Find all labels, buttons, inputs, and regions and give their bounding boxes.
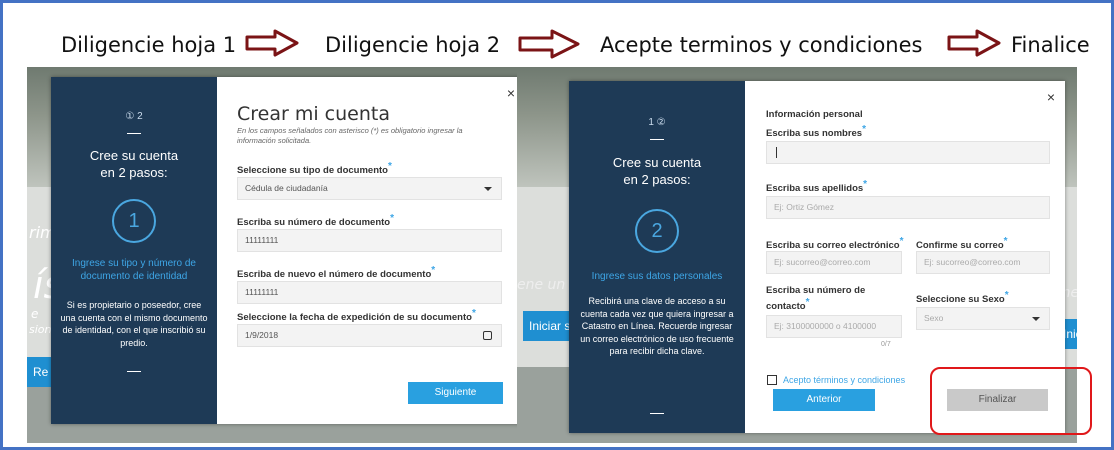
sidebar-hint: Ingrese sus datos personales xyxy=(591,271,723,282)
modal-title: Crear mi cuenta xyxy=(237,103,390,125)
step-pager: ① 2 xyxy=(125,111,143,122)
step-pager: 1 ② xyxy=(648,117,666,128)
email-label: Escriba su correo electrónico* xyxy=(766,236,904,252)
surnames-input[interactable]: Ej: Ortiz Gómez xyxy=(766,196,1050,219)
doc-repeat-label: Escriba de nuevo el número de documento* xyxy=(237,265,436,281)
screenshot-frame: Diligencie hoja 1 Diligencie hoja 2 Acep… xyxy=(0,0,1114,450)
doc-number-label: Escriba su número de documento* xyxy=(237,213,394,229)
phone-input[interactable]: Ej: 3100000000 o 4100000 xyxy=(766,315,902,338)
sidebar-description: Si es propietario o poseedor, cree una c… xyxy=(60,300,208,348)
email-confirm-input[interactable]: Ej: sucorreo@correo.com xyxy=(916,251,1050,274)
step-number-badge: 1 xyxy=(112,199,156,243)
issue-date-input[interactable]: 1/9/2018 xyxy=(237,324,502,347)
step-number-badge: 2 xyxy=(635,209,679,253)
step-3-label: Acepte terminos y condiciones xyxy=(600,33,923,57)
divider xyxy=(127,133,141,134)
email-input[interactable]: Ej: sucorreo@correo.com xyxy=(766,251,902,274)
terms-checkbox[interactable] xyxy=(767,375,777,385)
finish-highlight-box xyxy=(930,367,1092,435)
steps-bar: Diligencie hoja 1 Diligencie hoja 2 Acep… xyxy=(3,3,1111,65)
chevron-down-icon xyxy=(1032,317,1040,321)
sidebar-heading: Cree su cuenta en 2 pasos: xyxy=(612,155,702,187)
text-cursor xyxy=(776,147,777,158)
next-button[interactable]: Siguiente xyxy=(408,382,503,404)
doc-repeat-input[interactable]: 11111111 xyxy=(237,281,502,304)
doc-number-input[interactable]: 11111111 xyxy=(237,229,502,252)
section-title: Información personal xyxy=(766,109,863,120)
sex-select[interactable]: Sexo xyxy=(916,307,1050,330)
divider xyxy=(127,371,141,372)
modal-form: × Crear mi cuenta En los campos señalado… xyxy=(217,77,525,424)
email-confirm-label: Confirme su correo* xyxy=(916,236,1008,252)
modal-sidebar: 1 ② Cree su cuenta en 2 pasos: 2 Ingrese… xyxy=(569,81,745,433)
divider xyxy=(650,139,664,140)
modal-subtitle: En los campos señalados con asterisco (*… xyxy=(237,126,463,145)
issue-date-label: Seleccione la fecha de expedición de su … xyxy=(237,308,476,324)
phone-label: Escriba su número de contacto* xyxy=(766,285,866,313)
back-button[interactable]: Anterior xyxy=(773,389,875,411)
doc-type-value: Cédula de ciudadanía xyxy=(245,183,328,193)
chevron-down-icon xyxy=(484,187,492,191)
sidebar-heading: Cree su cuenta en 2 pasos: xyxy=(89,148,179,180)
close-icon[interactable]: × xyxy=(507,85,515,101)
background-text: sion xyxy=(29,323,52,336)
surnames-label: Escriba sus apellidos* xyxy=(766,179,868,195)
sex-value: Sexo xyxy=(924,313,944,323)
arrow-right-icon xyxy=(245,29,299,57)
close-icon[interactable]: × xyxy=(1047,89,1055,105)
modal-sidebar: ① 2 Cree su cuenta en 2 pasos: 1 Ingrese… xyxy=(51,77,217,424)
phone-char-counter: 0/7 xyxy=(881,341,891,348)
step-2-label: Diligencie hoja 2 xyxy=(325,33,501,57)
divider xyxy=(650,413,664,414)
names-label: Escriba sus nombres* xyxy=(766,124,867,140)
terms-link[interactable]: Acepto términos y condiciones xyxy=(783,375,905,385)
step-4-label: Finalice xyxy=(1011,33,1090,57)
doc-type-label: Seleccione su tipo de documento* xyxy=(237,161,392,177)
step-1-label: Diligencie hoja 1 xyxy=(61,33,237,57)
create-account-modal-step-1: ① 2 Cree su cuenta en 2 pasos: 1 Ingrese… xyxy=(51,77,525,424)
names-input[interactable] xyxy=(766,141,1050,164)
background-text: e xyxy=(31,307,39,321)
sex-label: Seleccione su Sexo* xyxy=(916,290,1009,306)
sidebar-hint: Ingrese su tipo y número de documento de… xyxy=(72,258,196,282)
issue-date-value: 1/9/2018 xyxy=(245,330,279,340)
doc-type-select[interactable]: Cédula de ciudadanía xyxy=(237,177,502,200)
calendar-icon xyxy=(483,331,492,340)
arrow-right-icon xyxy=(947,29,1001,57)
background-text: ene un xyxy=(517,277,566,293)
arrow-right-icon xyxy=(518,29,580,59)
sidebar-description: Recibirá una clave de acceso a su cuenta… xyxy=(580,296,734,356)
